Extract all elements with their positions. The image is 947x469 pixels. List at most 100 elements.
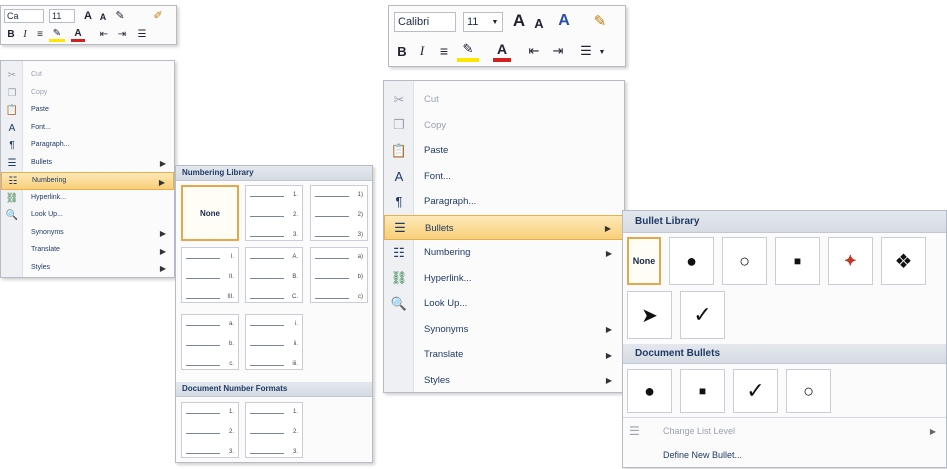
menu-item-paragraph[interactable]: ¶ Paragraph...: [1, 137, 174, 155]
bullet-option[interactable]: ●: [627, 369, 672, 413]
numbering-marker: 2.: [292, 212, 298, 218]
submenu-arrow-icon: ▶: [605, 376, 612, 386]
font-name-field[interactable]: Ca: [4, 9, 44, 23]
hollow-circle-bullet-icon: ○: [739, 250, 750, 271]
grow-font-button[interactable]: A: [81, 8, 95, 23]
bullet-none-option[interactable]: None: [627, 237, 661, 285]
highlighter-icon[interactable]: ✎: [49, 27, 65, 42]
document-number-formats-header: Document Number Formats: [176, 382, 372, 397]
bullet-option[interactable]: ■: [680, 369, 725, 413]
bullet-option[interactable]: ✓: [733, 369, 778, 413]
format-painter-icon[interactable]: ✎: [589, 10, 611, 32]
font-size-field[interactable]: 11: [49, 9, 75, 23]
menu-item-numbering[interactable]: ☷ Numbering ▶: [1, 172, 174, 190]
menu-item-lookup[interactable]: 🔍 Look Up...: [384, 291, 624, 317]
menu-item-hyperlink[interactable]: ⛓ Hyperlink...: [384, 266, 624, 292]
numbering-format-option[interactable]: a) b) c): [310, 247, 368, 303]
clear-format-icon[interactable]: ✐: [151, 8, 165, 23]
highlighter-icon[interactable]: ✎: [457, 40, 479, 62]
increase-indent-icon[interactable]: ⇥: [549, 40, 567, 62]
numbering-format-option[interactable]: 1. 2. 3.: [181, 402, 239, 458]
numbering-line: [315, 196, 349, 197]
numbering-line: [250, 345, 284, 346]
menu-item-label: Cut: [424, 94, 439, 105]
decrease-indent-icon[interactable]: ⇤: [525, 40, 543, 62]
menu-item-cut[interactable]: ✂ Cut: [384, 87, 624, 113]
bullet-option[interactable]: ■: [775, 237, 820, 285]
grow-font-button[interactable]: A: [509, 10, 529, 32]
numbering-format-option[interactable]: i. ii. iii.: [245, 314, 303, 370]
decrease-indent-icon[interactable]: ⇤: [97, 27, 111, 42]
paragraph-icon: ¶: [9, 140, 15, 152]
shrink-font-button[interactable]: A: [531, 14, 547, 32]
increase-indent-icon[interactable]: ⇥: [115, 27, 129, 42]
numbering-none-option[interactable]: None: [181, 185, 239, 241]
menu-item-cut[interactable]: ✂ Cut: [1, 67, 174, 85]
list-dropdown-icon[interactable]: ▼: [597, 44, 607, 60]
font-name-field[interactable]: Calibri: [394, 12, 456, 32]
menu-item-translate[interactable]: Translate ▶: [384, 342, 624, 368]
menu-item-label: Bullets: [31, 158, 53, 166]
bold-button[interactable]: B: [5, 27, 17, 42]
define-new-bullet-item[interactable]: Define New Bullet...: [623, 445, 946, 467]
list-icon[interactable]: ☰: [135, 27, 149, 42]
menu-item-synonyms[interactable]: Synonyms ▶: [1, 225, 174, 243]
menu-item-font[interactable]: A Font...: [1, 120, 174, 138]
format-painter-icon[interactable]: ✎: [113, 8, 127, 23]
list-icon[interactable]: ☰: [577, 40, 595, 62]
bullets-icon: ☰: [7, 157, 17, 169]
menu-item-numbering[interactable]: ☷ Numbering ▶: [384, 240, 624, 266]
italic-button[interactable]: I: [19, 27, 31, 42]
numbering-line: [186, 345, 220, 346]
bold-button[interactable]: B: [394, 40, 410, 62]
menu-item-label: Paste: [424, 145, 449, 156]
menu-item-label: Font...: [31, 123, 51, 131]
menu-item-styles[interactable]: Styles ▶: [1, 260, 174, 278]
numbering-format-option[interactable]: 1. 2. 3.: [245, 402, 303, 458]
submenu-arrow-icon: ▶: [159, 246, 166, 256]
font-color-icon[interactable]: A: [71, 27, 85, 42]
menu-item-label: Hyperlink...: [424, 272, 472, 284]
numbering-marker: C.: [292, 294, 298, 300]
numbering-format-option[interactable]: 1. 2. 3.: [245, 185, 303, 241]
styles-icon[interactable]: A: [553, 10, 575, 32]
menu-item-synonyms[interactable]: Synonyms ▶: [384, 317, 624, 343]
menu-item-hyperlink[interactable]: ⛓ Hyperlink...: [1, 190, 174, 208]
bullet-option[interactable]: ●: [669, 237, 714, 285]
change-list-level-item[interactable]: ☰ Change List Level ▶: [623, 421, 946, 443]
bullet-option[interactable]: ❖: [881, 237, 926, 285]
numbering-format-option[interactable]: 1) 2) 3): [310, 185, 368, 241]
menu-item-label: Synonyms: [424, 323, 469, 335]
copy-icon: ❐: [393, 117, 405, 133]
menu-item-label: Look Up...: [424, 298, 468, 309]
numbering-format-option[interactable]: I. II. III.: [181, 247, 239, 303]
numbering-marker: c.: [229, 361, 234, 367]
menu-item-paste[interactable]: 📋 Paste: [1, 102, 174, 120]
menu-item-copy[interactable]: ❐ Copy: [384, 113, 624, 139]
bullet-option[interactable]: ➤: [627, 291, 672, 339]
numbering-line: [186, 278, 220, 279]
bullet-option[interactable]: ✓: [680, 291, 725, 339]
font-color-icon[interactable]: A: [493, 40, 511, 62]
menu-item-translate[interactable]: Translate ▶: [1, 242, 174, 260]
numbering-format-option[interactable]: a. b. c.: [181, 314, 239, 370]
bullet-option[interactable]: ⯌: [828, 237, 873, 285]
menu-item-styles[interactable]: Styles ▶: [384, 368, 624, 394]
menu-item-lookup[interactable]: 🔍 Look Up...: [1, 207, 174, 225]
center-align-icon[interactable]: ≡: [435, 40, 453, 62]
font-size-dropdown-icon[interactable]: ▼: [489, 14, 501, 30]
submenu-arrow-icon: ▶: [159, 264, 166, 274]
menu-item-bullets[interactable]: ☰ Bullets ▶: [384, 214, 624, 240]
numbering-format-option[interactable]: A. B. C.: [245, 247, 303, 303]
bullet-option[interactable]: ○: [722, 237, 767, 285]
left-numbering-gallery: Numbering Library None 1. 2. 3. 1) 2) 3) I. II.…: [175, 165, 373, 463]
center-align-icon[interactable]: ≡: [33, 27, 47, 42]
menu-item-paste[interactable]: 📋 Paste: [384, 138, 624, 164]
menu-item-paragraph[interactable]: ¶ Paragraph...: [384, 189, 624, 215]
shrink-font-button[interactable]: A: [97, 10, 109, 23]
menu-item-bullets[interactable]: ☰ Bullets ▶: [1, 155, 174, 173]
menu-item-font[interactable]: A Font...: [384, 164, 624, 190]
menu-item-copy[interactable]: ❐ Copy: [1, 85, 174, 103]
bullet-option[interactable]: ○: [786, 369, 831, 413]
italic-button[interactable]: I: [414, 40, 430, 62]
